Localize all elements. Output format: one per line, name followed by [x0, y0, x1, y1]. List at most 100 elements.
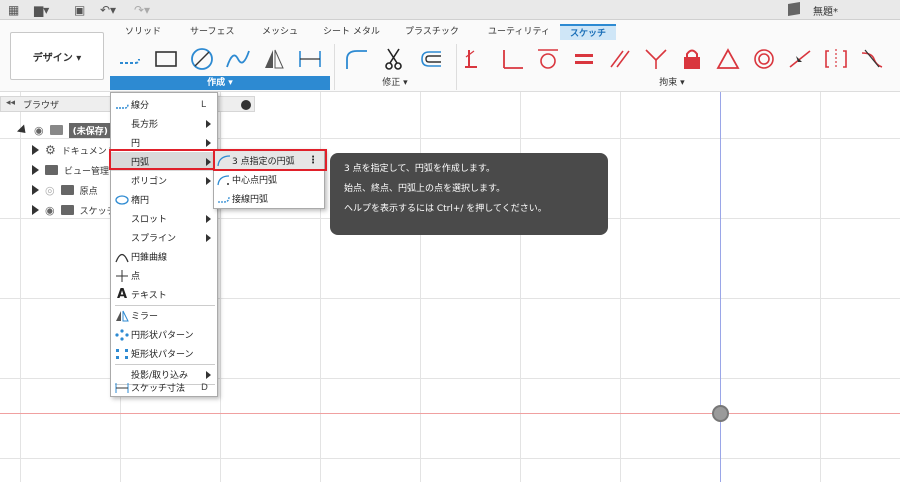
tree-item-named-views[interactable]: ビュー管理: [32, 161, 109, 179]
three-point-arc-highlight-box: [213, 149, 327, 171]
expand-triangle-icon[interactable]: [32, 145, 39, 155]
perpendicular-constraint-icon[interactable]: [498, 46, 526, 72]
menu-item-conic-curve[interactable]: 円錐曲線: [111, 247, 217, 266]
submenu-arrow-icon: [206, 138, 211, 147]
folder-icon: [60, 185, 74, 195]
hidden-eye-icon[interactable]: ◎: [45, 184, 55, 197]
title-bar: ▦ ▆▾ ▣ ↶▾ ↷▾ 無題*: [0, 0, 900, 20]
tab-surface[interactable]: サーフェス: [190, 24, 234, 40]
menu-item-text[interactable]: A テキスト: [111, 285, 217, 304]
menu-item-point[interactable]: 点: [111, 266, 217, 285]
line-tool-icon[interactable]: [116, 46, 144, 72]
horizontal-vertical-constraint-icon[interactable]: [642, 46, 670, 72]
dimension-icon: [113, 382, 131, 394]
menu-item-rectangular-pattern[interactable]: 矩形状パターン: [111, 344, 217, 363]
expand-triangle-icon[interactable]: [32, 165, 39, 175]
create-group-label[interactable]: 作成 ▾: [110, 76, 330, 90]
offset-tool-icon[interactable]: [416, 46, 444, 72]
menu-item-polygon[interactable]: ポリゴン: [111, 171, 217, 190]
fix-lock-icon[interactable]: [678, 46, 706, 72]
x-axis-line: [0, 413, 900, 414]
submenu-item-center-point-arc[interactable]: 中心点円弧: [214, 170, 324, 189]
save-icon[interactable]: ▣: [74, 2, 85, 18]
grid-menu-icon[interactable]: ▦: [8, 2, 19, 18]
tab-utility[interactable]: ユーティリティ: [488, 24, 550, 40]
tree-item-origin[interactable]: ◎ 原点: [32, 181, 98, 199]
collapse-arrows-icon[interactable]: ◂◂: [6, 98, 15, 108]
workspace-design-button[interactable]: デザイン ▾: [10, 32, 104, 80]
file-icon[interactable]: ▆▾: [34, 2, 49, 18]
menu-item-spline[interactable]: スプライン: [111, 228, 217, 247]
line-icon: [113, 100, 131, 110]
tab-plastic[interactable]: プラスチック: [405, 24, 459, 40]
equal-constraint-icon[interactable]: [570, 46, 598, 72]
tangent-constraint-icon[interactable]: [534, 46, 562, 72]
tree-item-label: ビュー管理: [64, 166, 110, 177]
spline-tool-icon[interactable]: [224, 46, 252, 72]
center-point-arc-icon: [216, 174, 232, 186]
browser-title: ブラウザ: [23, 101, 60, 111]
menu-item-rectangle[interactable]: 長方形: [111, 114, 217, 133]
circle-tool-icon[interactable]: [188, 46, 216, 72]
menu-item-ellipse[interactable]: 楕円: [111, 190, 217, 209]
folder-icon: [45, 165, 58, 175]
coincident-constraint-icon[interactable]: [462, 46, 490, 72]
triangle-constraint-icon[interactable]: [714, 46, 742, 72]
arc-highlight-box: [109, 149, 216, 170]
group-divider: [334, 44, 335, 90]
tree-item-sketches[interactable]: ◉ スケッチ: [32, 201, 116, 219]
tab-mesh[interactable]: メッシュ: [262, 24, 298, 40]
fillet-tool-icon[interactable]: [342, 46, 370, 72]
visibility-eye-icon[interactable]: ◉: [34, 124, 44, 137]
circular-pattern-icon: [113, 328, 131, 341]
submenu-arrow-icon: [206, 119, 211, 128]
browser-minimize-icon[interactable]: [241, 100, 251, 110]
submenu-arrow-icon: [206, 176, 211, 185]
tooltip-line: 3 点を指定して、円弧を作成します。: [344, 164, 495, 174]
curvature-constraint-icon[interactable]: [858, 46, 886, 72]
menu-item-sketch-dimension[interactable]: スケッチ寸法 D: [111, 378, 217, 397]
mirror-tool-icon[interactable]: [260, 46, 288, 72]
undo-icon[interactable]: ↶▾: [100, 2, 116, 18]
submenu-item-tangent-arc[interactable]: 接線円弧: [214, 189, 324, 208]
gear-icon: ⚙: [45, 143, 56, 157]
tab-solid[interactable]: ソリッド: [125, 24, 161, 40]
tab-sketch[interactable]: スケッチ: [560, 24, 617, 40]
toolbar-ribbon: デザイン ▾ ソリッド サーフェス メッシュ シート メタル プラスチック ユー…: [0, 20, 900, 92]
folder-icon: [60, 205, 74, 215]
ellipse-icon: [113, 194, 131, 205]
document-title: 無題*: [813, 7, 838, 18]
parallel-constraint-icon[interactable]: [606, 46, 634, 72]
tangent-arc-icon: [216, 193, 232, 205]
submenu-arrow-icon: [206, 214, 211, 223]
tab-sheet-metal[interactable]: シート メタル: [323, 24, 380, 40]
dimension-tool-icon[interactable]: [296, 46, 324, 72]
command-tooltip: 3 点を指定して、円弧を作成します。 始点、終点、円弧上の点を選択します。 ヘル…: [330, 153, 608, 235]
expand-triangle-icon[interactable]: [32, 185, 39, 195]
menu-item-slot[interactable]: スロット: [111, 209, 217, 228]
modify-group-label[interactable]: 修正 ▾: [340, 76, 450, 90]
mirror-icon: [113, 310, 131, 322]
tree-root-label: (未保存): [68, 122, 112, 138]
menu-item-line[interactable]: 線分 L: [111, 95, 217, 114]
constraints-group-label[interactable]: 拘束 ▾: [462, 76, 882, 90]
tree-root-row[interactable]: ◉ (未保存): [16, 121, 112, 139]
tooltip-line: 始点、終点、円弧上の点を選択します。: [344, 184, 506, 194]
tree-item-label: 原点: [79, 186, 98, 197]
trim-scissors-icon[interactable]: [380, 46, 408, 72]
expand-triangle-icon[interactable]: [32, 205, 39, 215]
expand-triangle-icon[interactable]: [16, 123, 30, 137]
menu-item-circular-pattern[interactable]: 円形状パターン: [111, 325, 217, 344]
symmetry-constraint-icon[interactable]: [822, 46, 850, 72]
origin-point[interactable]: [712, 405, 729, 422]
midpoint-constraint-icon[interactable]: [786, 46, 814, 72]
rectangle-tool-icon[interactable]: [152, 46, 180, 72]
concentric-constraint-icon[interactable]: [750, 46, 778, 72]
redo-icon[interactable]: ↷▾: [134, 2, 150, 18]
menu-item-mirror[interactable]: ミラー: [111, 306, 217, 325]
conic-curve-icon: [113, 251, 131, 263]
document-cube-icon: [788, 1, 800, 17]
create-dropdown-menu: 線分 L 長方形 円 円弧 ポリゴン 楕円 スロット スプライン 円錐曲線 点 …: [110, 92, 218, 397]
submenu-arrow-icon: [206, 233, 211, 242]
visibility-eye-icon[interactable]: ◉: [45, 204, 55, 217]
